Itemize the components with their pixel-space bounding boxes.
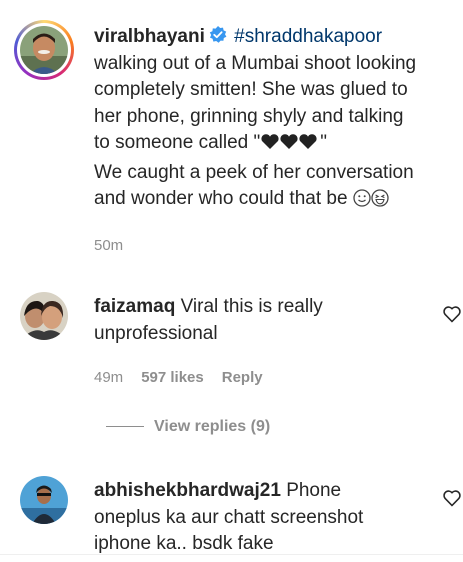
view-replies-divider	[106, 426, 144, 428]
caption-close-quote: "	[320, 132, 327, 153]
comment-likes-count[interactable]: 597 likes	[141, 369, 204, 386]
post-author-avatar-ring[interactable]	[14, 20, 74, 80]
view-replies-label: View replies (9)	[154, 418, 271, 435]
post-timestamp: 50m	[94, 237, 124, 254]
caption-line: completely smitten! She was glued to	[94, 79, 408, 100]
heart-outline-icon[interactable]	[442, 304, 462, 324]
comments-panel: viralbhayani #shraddhakapoor walking out…	[0, 0, 463, 562]
view-replies-button[interactable]: View replies (9)	[106, 418, 270, 436]
comment-text: Phone	[286, 480, 342, 501]
caption-line: her phone, grinning shyly and talking	[94, 105, 404, 127]
comment-text: oneplus ka aur chatt screenshot	[94, 506, 364, 528]
verified-badge-icon	[209, 26, 227, 44]
commenter-avatar[interactable]	[20, 292, 68, 340]
comment-body: faizamaq Viral this is really unprofessi…	[94, 294, 323, 347]
commenter-username[interactable]: faizamaq	[94, 296, 175, 317]
post-author-avatar[interactable]	[20, 26, 68, 74]
caption-first-line: viralbhayani #shraddhakapoor	[94, 24, 460, 51]
comment-timestamp: 49m	[94, 369, 124, 386]
comment-text: unprofessional	[94, 322, 218, 344]
caption-line-emoji: and wonder who could that be	[94, 186, 460, 216]
caption-text: to someone called "	[94, 132, 261, 153]
smiling-face-emoji-icon	[353, 189, 371, 216]
bottom-divider	[0, 554, 463, 555]
black-heart-emoji-icon	[260, 133, 320, 160]
caption-line: walking out of a Mumbai shoot looking	[94, 52, 417, 74]
post-username[interactable]: viralbhayani	[94, 26, 205, 47]
heart-outline-icon[interactable]	[442, 488, 462, 508]
commenter-avatar[interactable]	[20, 476, 68, 524]
post-caption: viralbhayani #shraddhakapoor walking out…	[94, 24, 460, 216]
caption-line: We caught a peek of her conversation	[94, 161, 414, 183]
commenter-username[interactable]: abhishekbhardwaj21	[94, 480, 281, 501]
hashtag-link[interactable]: #shraddhakapoor	[234, 26, 382, 47]
caption-text: and wonder who could that be	[94, 188, 348, 209]
comment-meta: 49m 597 likes Reply	[94, 369, 263, 386]
comment-text: Viral this is really	[180, 296, 323, 317]
grinning-squint-emoji-icon	[371, 189, 389, 216]
reply-button[interactable]: Reply	[222, 369, 263, 386]
comment-body: abhishekbhardwaj21 Phone oneplus ka aur …	[94, 478, 363, 558]
caption-line-hearts: to someone called " "	[94, 130, 460, 160]
